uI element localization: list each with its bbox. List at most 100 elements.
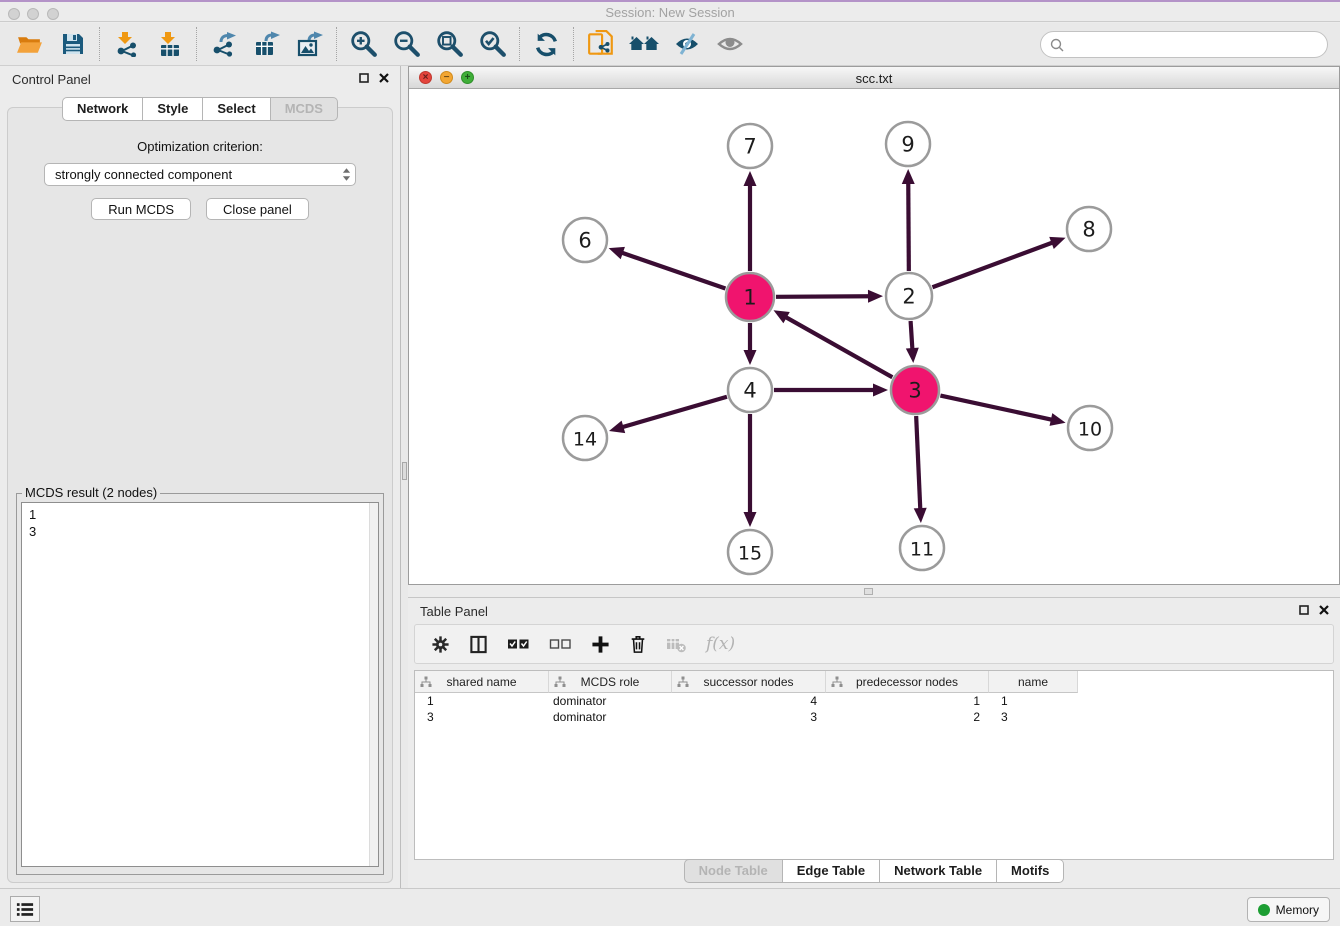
show-details-button[interactable] bbox=[708, 27, 751, 61]
network-graph[interactable]: 1234678910111415 bbox=[409, 89, 1339, 584]
tab-motifs[interactable]: Motifs bbox=[997, 859, 1064, 883]
graph-node-label: 8 bbox=[1082, 218, 1095, 242]
table-row[interactable]: 3 dominator 3 2 3 bbox=[415, 709, 1333, 725]
tab-node-table[interactable]: Node Table bbox=[684, 859, 783, 883]
tab-network-table[interactable]: Network Table bbox=[880, 859, 997, 883]
node-table: shared name MCDS role bbox=[414, 670, 1334, 860]
splitter-handle[interactable] bbox=[864, 588, 873, 595]
close-panel-button[interactable]: Close panel bbox=[206, 198, 309, 220]
zoom-fit-button[interactable] bbox=[428, 27, 471, 61]
graph-edge-3-11[interactable] bbox=[916, 416, 920, 510]
graph-edge-3-1[interactable] bbox=[785, 317, 893, 378]
cell-successor-nodes[interactable]: 4 bbox=[672, 693, 826, 709]
search-field[interactable] bbox=[1040, 31, 1328, 58]
import-network-button[interactable] bbox=[105, 27, 148, 61]
table-panel-title: Table Panel bbox=[420, 604, 488, 619]
cell-name[interactable]: 3 bbox=[989, 709, 1078, 725]
export-image-button[interactable] bbox=[288, 27, 331, 61]
graph-edge-arrowhead bbox=[906, 348, 919, 363]
column-header-successor-nodes[interactable]: successor nodes bbox=[672, 671, 826, 693]
tab-select[interactable]: Select bbox=[203, 97, 270, 121]
cell-successor-nodes[interactable]: 3 bbox=[672, 709, 826, 725]
tab-mcds[interactable]: MCDS bbox=[271, 97, 338, 121]
import-network-icon bbox=[114, 31, 140, 57]
tab-network[interactable]: Network bbox=[62, 97, 143, 121]
new-network-button[interactable] bbox=[579, 27, 622, 61]
search-icon bbox=[1050, 38, 1064, 52]
select-all-columns-button[interactable] bbox=[507, 637, 530, 651]
cell-predecessor-nodes[interactable]: 2 bbox=[826, 709, 989, 725]
memory-button[interactable]: Memory bbox=[1247, 897, 1330, 922]
open-session-button[interactable] bbox=[8, 27, 51, 61]
column-header-name[interactable]: name bbox=[989, 671, 1078, 693]
cell-mcds-role[interactable]: dominator bbox=[549, 693, 672, 709]
run-mcds-button[interactable]: Run MCDS bbox=[91, 198, 191, 220]
settings-gear-button[interactable] bbox=[431, 635, 450, 654]
task-history-button[interactable] bbox=[10, 896, 40, 922]
show-columns-button[interactable] bbox=[469, 635, 488, 654]
import-table-button[interactable] bbox=[148, 27, 191, 61]
tab-edge-table[interactable]: Edge Table bbox=[783, 859, 880, 883]
splitter-handle[interactable] bbox=[402, 462, 407, 480]
export-table-button[interactable] bbox=[245, 27, 288, 61]
close-panel-icon[interactable] bbox=[378, 72, 390, 84]
window-title: Session: New Session bbox=[0, 5, 1340, 20]
export-network-button[interactable] bbox=[202, 27, 245, 61]
column-header-shared-name[interactable]: shared name bbox=[415, 671, 549, 693]
open-folder-icon bbox=[16, 31, 43, 58]
graph-edge-2-8[interactable] bbox=[932, 242, 1053, 287]
mcds-result-text-area[interactable]: 1 3 bbox=[21, 502, 379, 867]
column-header-predecessor-nodes[interactable]: predecessor nodes bbox=[826, 671, 989, 693]
graph-edge-1-6[interactable] bbox=[621, 252, 726, 288]
horizontal-splitter[interactable] bbox=[408, 585, 1340, 598]
add-column-button[interactable] bbox=[591, 635, 610, 654]
graph-node-label: 3 bbox=[908, 379, 921, 403]
network-canvas[interactable]: 1234678910111415 bbox=[409, 89, 1339, 584]
float-panel-icon[interactable] bbox=[358, 72, 370, 84]
table-row[interactable]: 1 dominator 4 1 1 bbox=[415, 693, 1333, 709]
dropdown-chevrons-icon bbox=[342, 167, 351, 182]
delete-table-button[interactable] bbox=[666, 636, 687, 653]
vertical-splitter[interactable] bbox=[400, 66, 408, 888]
deselect-all-columns-button[interactable] bbox=[549, 637, 572, 651]
float-panel-icon[interactable] bbox=[1298, 604, 1310, 616]
cell-mcds-role[interactable]: dominator bbox=[549, 709, 672, 725]
graph-node-label: 6 bbox=[578, 229, 591, 253]
toolbar-separator bbox=[196, 27, 197, 61]
save-session-button[interactable] bbox=[51, 27, 94, 61]
plus-icon bbox=[591, 635, 610, 654]
mcds-result-line: 1 bbox=[22, 503, 378, 523]
network-view-window: × − + scc.txt 1234678910111415 bbox=[408, 66, 1340, 585]
zoom-in-button[interactable] bbox=[342, 27, 385, 61]
apply-layout-button[interactable] bbox=[525, 27, 568, 61]
export-network-icon bbox=[211, 31, 237, 57]
optimization-criterion-dropdown[interactable]: strongly connected component bbox=[44, 163, 356, 186]
graph-edge-2-9[interactable] bbox=[908, 182, 909, 271]
column-header-mcds-role[interactable]: MCDS role bbox=[549, 671, 672, 693]
column-type-icon bbox=[554, 676, 566, 688]
graph-edge-4-14[interactable] bbox=[621, 397, 726, 428]
graph-edge-arrowhead bbox=[873, 384, 888, 397]
graph-edge-1-2[interactable] bbox=[776, 296, 870, 297]
cell-name[interactable]: 1 bbox=[989, 693, 1078, 709]
export-table-icon bbox=[254, 31, 280, 57]
control-panel-tabbar: Network Style Select MCDS bbox=[0, 97, 400, 121]
cell-shared-name[interactable]: 1 bbox=[415, 693, 549, 709]
result-scrollbar[interactable] bbox=[369, 503, 378, 866]
graph-edge-arrowhead bbox=[744, 171, 757, 186]
graph-edge-3-10[interactable] bbox=[940, 396, 1052, 420]
tab-style[interactable]: Style bbox=[143, 97, 203, 121]
graph-edge-2-3[interactable] bbox=[911, 321, 913, 350]
delete-columns-button[interactable] bbox=[629, 634, 647, 654]
home-view-button[interactable] bbox=[622, 27, 665, 61]
hide-details-button[interactable] bbox=[665, 27, 708, 61]
toolbar-separator bbox=[519, 27, 520, 61]
search-input[interactable] bbox=[1070, 37, 1318, 52]
cell-shared-name[interactable]: 3 bbox=[415, 709, 549, 725]
network-window-titlebar[interactable]: × − + scc.txt bbox=[409, 67, 1339, 89]
close-panel-icon[interactable] bbox=[1318, 604, 1330, 616]
zoom-selected-button[interactable] bbox=[471, 27, 514, 61]
cell-predecessor-nodes[interactable]: 1 bbox=[826, 693, 989, 709]
zoom-out-button[interactable] bbox=[385, 27, 428, 61]
function-builder-button[interactable]: f(x) bbox=[706, 634, 735, 654]
